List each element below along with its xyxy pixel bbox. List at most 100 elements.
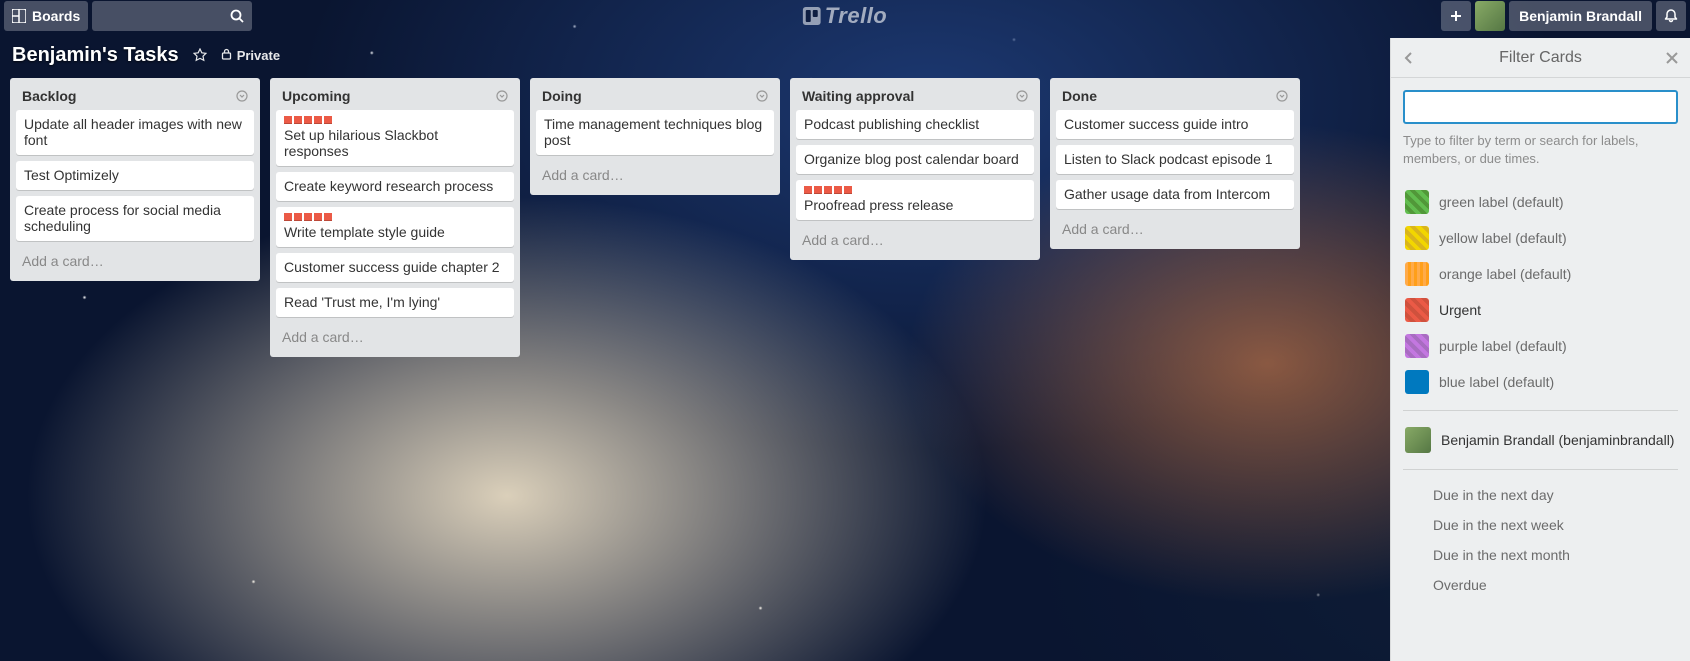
add-card-button[interactable]: Add a card…	[16, 247, 254, 275]
user-menu[interactable]: Benjamin Brandall	[1509, 1, 1652, 31]
list-title[interactable]: Done	[1062, 88, 1276, 104]
bell-icon	[1663, 8, 1679, 24]
card[interactable]: Proofread press release	[796, 180, 1034, 220]
board-title[interactable]: Benjamin's Tasks	[12, 44, 179, 67]
label-name: green label (default)	[1439, 194, 1564, 210]
list-menu-button[interactable]	[496, 90, 508, 102]
filter-hint: Type to filter by term or search for lab…	[1403, 132, 1678, 168]
card[interactable]: Create process for social media scheduli…	[16, 196, 254, 241]
card-title: Read 'Trust me, I'm lying'	[284, 294, 506, 310]
filter-member[interactable]: Benjamin Brandall (benjaminbrandall)	[1403, 421, 1678, 459]
list-menu-button[interactable]	[1016, 90, 1028, 102]
label-urgent	[324, 213, 332, 221]
label-name: blue label (default)	[1439, 374, 1554, 390]
card[interactable]: Create keyword research process	[276, 172, 514, 201]
filter-back-button[interactable]	[1403, 51, 1415, 65]
card-title: Gather usage data from Intercom	[1064, 186, 1286, 202]
search-input[interactable]	[92, 1, 252, 31]
card-title: Podcast publishing checklist	[804, 116, 1026, 132]
filter-close-button[interactable]	[1666, 52, 1678, 64]
label-name: yellow label (default)	[1439, 230, 1567, 246]
list: Backlog Update all header images with new…	[10, 78, 260, 281]
filter-due-option[interactable]: Due in the next day	[1403, 480, 1678, 510]
label-urgent	[324, 116, 332, 124]
filter-label-option[interactable]: blue label (default)	[1403, 364, 1678, 400]
add-card-button[interactable]: Add a card…	[1056, 215, 1294, 243]
label-urgent	[804, 186, 812, 194]
divider	[1403, 410, 1678, 411]
list-title[interactable]: Doing	[542, 88, 756, 104]
member-name: Benjamin Brandall (benjaminbrandall)	[1441, 432, 1674, 448]
card[interactable]: Listen to Slack podcast episode 1	[1056, 145, 1294, 174]
chevron-down-icon	[1016, 90, 1028, 102]
filter-label-option[interactable]: yellow label (default)	[1403, 220, 1678, 256]
card[interactable]: Customer success guide chapter 2	[276, 253, 514, 282]
card[interactable]: Time management techniques blog post	[536, 110, 774, 155]
list-title[interactable]: Upcoming	[282, 88, 496, 104]
member-avatar	[1405, 427, 1431, 453]
plus-icon	[1449, 9, 1463, 23]
close-icon	[1666, 52, 1678, 64]
card[interactable]: Organize blog post calendar board	[796, 145, 1034, 174]
filter-due-option[interactable]: Due in the next month	[1403, 540, 1678, 570]
label-urgent	[314, 116, 322, 124]
label-swatch	[1405, 190, 1429, 214]
filter-search-input[interactable]	[1403, 90, 1678, 124]
card-title: Organize blog post calendar board	[804, 151, 1026, 167]
list: Doing Time management techniques blog pos…	[530, 78, 780, 195]
filter-panel: Filter Cards Type to filter by term or s…	[1390, 38, 1690, 661]
card-title: Customer success guide chapter 2	[284, 259, 506, 275]
card-title: Time management techniques blog post	[544, 116, 766, 148]
filter-label-option[interactable]: Urgent	[1403, 292, 1678, 328]
list-title[interactable]: Backlog	[22, 88, 236, 104]
chevron-down-icon	[236, 90, 248, 102]
add-card-button[interactable]: Add a card…	[796, 226, 1034, 254]
card[interactable]: Read 'Trust me, I'm lying'	[276, 288, 514, 317]
card-title: Test Optimizely	[24, 167, 246, 183]
user-avatar[interactable]	[1475, 1, 1505, 31]
card-title: Create keyword research process	[284, 178, 506, 194]
card[interactable]: Customer success guide intro	[1056, 110, 1294, 139]
label-urgent	[304, 116, 312, 124]
filter-label-option[interactable]: green label (default)	[1403, 184, 1678, 220]
list: Waiting approval Podcast publishing check…	[790, 78, 1040, 260]
filter-title: Filter Cards	[1499, 49, 1582, 67]
filter-due-option[interactable]: Due in the next week	[1403, 510, 1678, 540]
star-button[interactable]	[193, 48, 207, 62]
label-urgent	[314, 213, 322, 221]
card[interactable]: Podcast publishing checklist	[796, 110, 1034, 139]
card[interactable]: Test Optimizely	[16, 161, 254, 190]
privacy-button[interactable]: Private	[221, 48, 280, 63]
star-icon	[193, 48, 207, 62]
add-card-button[interactable]: Add a card…	[536, 161, 774, 189]
card[interactable]: Gather usage data from Intercom	[1056, 180, 1294, 209]
list: Done Customer success guide intro Listen t…	[1050, 78, 1300, 249]
list-title[interactable]: Waiting approval	[802, 88, 1016, 104]
card-title: Proofread press release	[804, 197, 1026, 213]
label-urgent	[294, 213, 302, 221]
notifications-button[interactable]	[1656, 1, 1686, 31]
boards-icon	[12, 9, 26, 23]
card[interactable]: Update all header images with new font	[16, 110, 254, 155]
add-card-button[interactable]: Add a card…	[276, 323, 514, 351]
filter-due-option[interactable]: Overdue	[1403, 570, 1678, 600]
filter-label-option[interactable]: orange label (default)	[1403, 256, 1678, 292]
app-logo[interactable]: Trello	[803, 3, 888, 29]
list-menu-button[interactable]	[756, 90, 768, 102]
label-urgent	[284, 213, 292, 221]
card[interactable]: Set up hilarious Slackbot responses	[276, 110, 514, 166]
card[interactable]: Write template style guide	[276, 207, 514, 247]
lock-icon	[221, 48, 232, 60]
card-title: Set up hilarious Slackbot responses	[284, 127, 506, 159]
label-swatch	[1405, 334, 1429, 358]
list: Upcoming Set up hilarious Slackbot respon…	[270, 78, 520, 357]
boards-button[interactable]: Boards	[4, 1, 88, 31]
list-menu-button[interactable]	[1276, 90, 1288, 102]
label-urgent	[824, 186, 832, 194]
card-title: Write template style guide	[284, 224, 506, 240]
list-menu-button[interactable]	[236, 90, 248, 102]
add-button[interactable]	[1441, 1, 1471, 31]
filter-label-option[interactable]: purple label (default)	[1403, 328, 1678, 364]
label-urgent	[834, 186, 842, 194]
topbar: Boards Trello Benjamin Brandall	[0, 0, 1690, 32]
